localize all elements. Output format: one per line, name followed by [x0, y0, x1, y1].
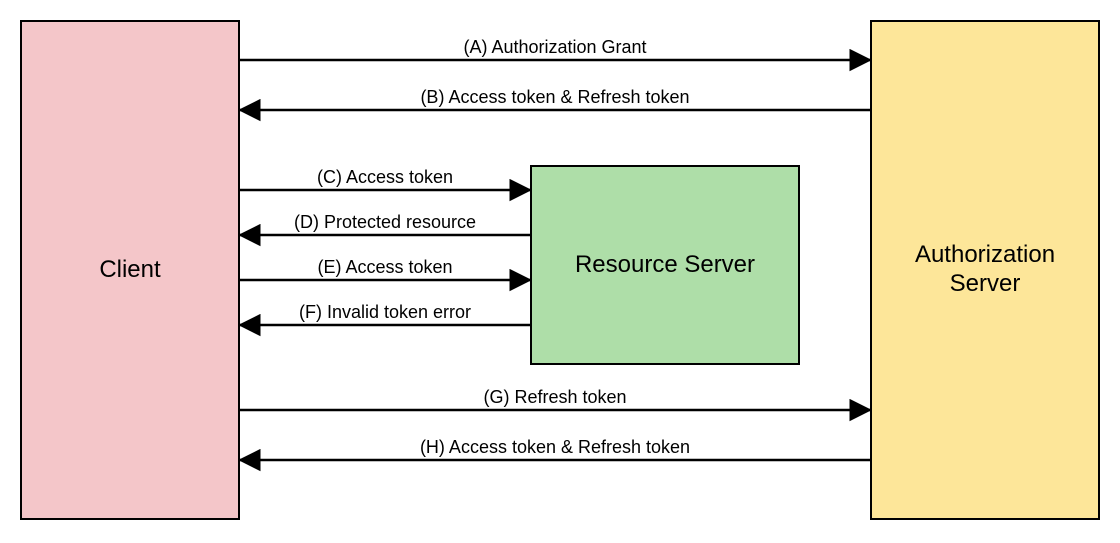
resource-server-label: Resource Server	[575, 251, 755, 280]
resource-server-box: Resource Server	[530, 165, 800, 365]
authorization-server-box: AuthorizationServer	[870, 20, 1100, 520]
client-box: Client	[20, 20, 240, 520]
label-c: (C) Access token	[317, 167, 453, 190]
label-h: (H) Access token & Refresh token	[420, 437, 690, 460]
label-a: (A) Authorization Grant	[463, 37, 646, 60]
label-f: (F) Invalid token error	[299, 302, 471, 325]
label-d: (D) Protected resource	[294, 212, 476, 235]
client-label: Client	[99, 256, 160, 285]
label-g: (G) Refresh token	[483, 387, 626, 410]
label-b: (B) Access token & Refresh token	[420, 87, 689, 110]
authorization-server-label: AuthorizationServer	[915, 241, 1055, 299]
label-e: (E) Access token	[317, 257, 452, 280]
diagram-stage: Client Resource Server AuthorizationServ…	[0, 0, 1120, 543]
